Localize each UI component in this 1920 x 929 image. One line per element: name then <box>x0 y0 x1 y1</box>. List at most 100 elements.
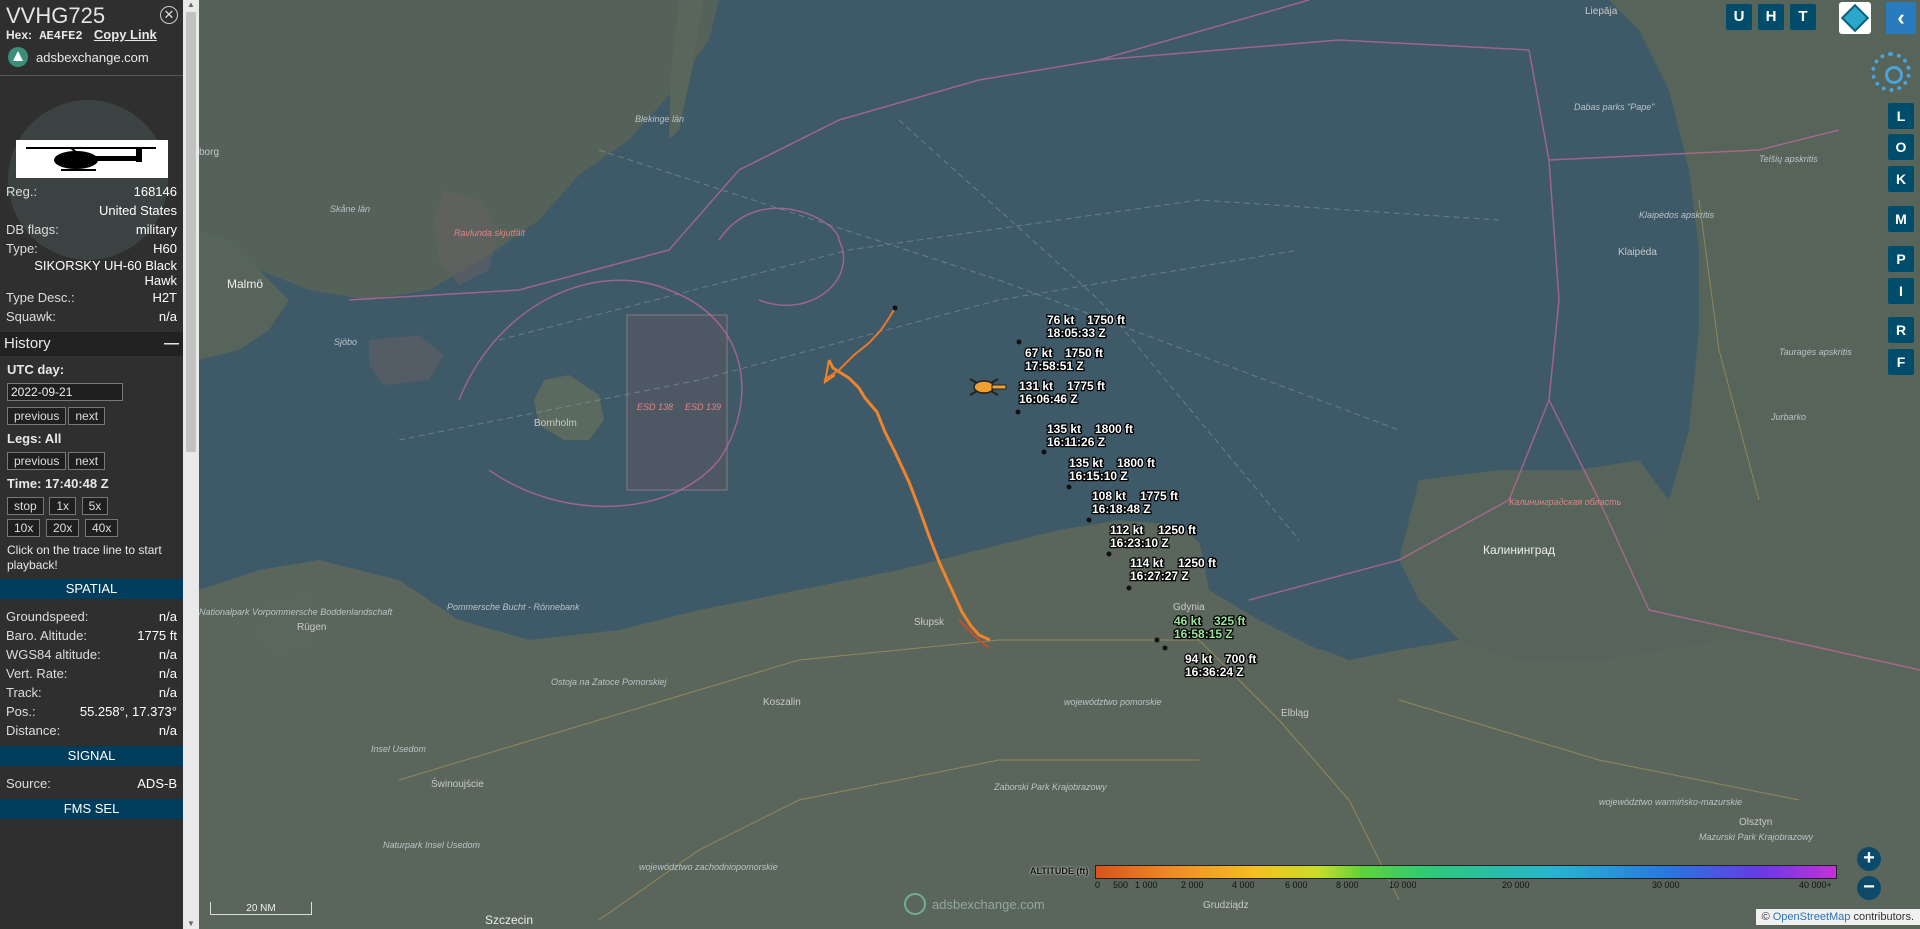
spatial-value: 1775 ft <box>137 628 177 643</box>
track-label-altitude: 1250 ft <box>1158 523 1196 537</box>
info-sidebar: VVHG725 ✕ Hex: AE4FE2 Copy Link adsbexch… <box>0 0 183 929</box>
info-row: Type: H60 <box>0 239 183 258</box>
source-link[interactable]: adsbexchange.com <box>0 43 183 71</box>
place-label: województwo zachodniopomorskie <box>639 862 778 872</box>
sidebar-scrollbar[interactable]: ▲ ▼ <box>183 0 199 929</box>
scale-bar: 20 NM <box>210 902 312 915</box>
scroll-up-icon[interactable]: ▲ <box>186 0 196 10</box>
track-label-line1: 114 kt <box>1130 556 1163 570</box>
info-value: SIKORSKY UH-60 Black Hawk <box>34 258 177 288</box>
history-title: History <box>4 335 51 352</box>
history-panel: UTC day: previousnext Legs: All previous… <box>0 362 183 573</box>
map-canvas[interactable]: 76 kt 1750 ft 18:05:33 Z 67 kt 1750 ft 17:58:… <box>199 0 1920 929</box>
track-label-altitude: 1800 ft <box>1117 456 1155 470</box>
leg-previous-button[interactable]: previous <box>7 452 67 470</box>
place-label: Ravlunda skjutfält <box>454 228 526 238</box>
spatial-panel: Groundspeed: n/a Baro. Altitude: 1775 ft W… <box>0 603 183 740</box>
toolbar-button-h[interactable]: H <box>1758 4 1784 30</box>
scale-label: 20 NM <box>246 903 276 914</box>
track-label-time: 18:05:33 Z <box>1047 326 1106 340</box>
spatial-row: Baro. Altitude: 1775 ft <box>0 626 183 645</box>
speed-5x-button[interactable]: 5x <box>81 497 109 515</box>
spatial-key: Distance: <box>6 723 61 738</box>
aircraft-info: Reg.: 168146 United States DB flags: milit… <box>0 182 183 326</box>
leg-next-button[interactable]: next <box>68 452 106 470</box>
track-label-line1: 112 kt <box>1110 523 1143 537</box>
collapse-sidebar-icon[interactable]: ‹ <box>1886 2 1916 34</box>
info-row: Type Desc.: H2T <box>0 288 183 307</box>
copy-link[interactable]: Copy Link <box>94 27 157 42</box>
collapse-icon[interactable]: — <box>164 332 179 356</box>
history-header[interactable]: History — <box>0 332 183 356</box>
track-label-time: 16:36:24 Z <box>1185 665 1244 679</box>
place-label: borg <box>199 147 219 158</box>
track-label-time: 16:23:10 Z <box>1110 536 1169 550</box>
speed-40x-button[interactable]: 40x <box>84 519 119 537</box>
place-label: Skåne län <box>330 204 370 214</box>
toggle-button-i[interactable]: I <box>1888 278 1914 304</box>
day-next-button[interactable]: next <box>68 407 106 425</box>
info-value: H60 <box>153 241 177 256</box>
info-key: DB flags: <box>6 222 59 237</box>
zoom-out-button[interactable]: − <box>1857 876 1881 900</box>
info-row: United States <box>0 201 183 220</box>
close-icon[interactable]: ✕ <box>160 6 178 24</box>
toolbar-button-t[interactable]: T <box>1790 4 1816 30</box>
track-label-time: 16:27:27 Z <box>1130 569 1189 583</box>
toggle-button-p[interactable]: P <box>1888 246 1914 272</box>
osm-link[interactable]: OpenStreetMap <box>1773 911 1851 923</box>
place-label: ESD 138 <box>637 402 673 412</box>
place-label: Malmö <box>227 277 263 291</box>
toggle-button-r[interactable]: R <box>1888 317 1914 343</box>
place-label: Koszalin <box>763 697 801 708</box>
track-label-altitude: 1750 ft <box>1065 346 1103 360</box>
place-label: Zaborski Park Krajobrazowy <box>993 782 1107 792</box>
speed-1x-button[interactable]: 1x <box>49 497 76 515</box>
info-value: n/a <box>158 309 177 324</box>
place-label: Tauragės apskritis <box>1779 347 1852 357</box>
spatial-row: Track: n/a <box>0 683 183 702</box>
legs-label: Legs: All <box>7 431 62 446</box>
stop-button[interactable]: stop <box>7 497 44 515</box>
legend-tick: 4 000 <box>1232 880 1255 890</box>
spatial-row: Vert. Rate: n/a <box>0 664 183 683</box>
place-label: Sjöbo <box>334 337 357 347</box>
place-label: Bornholm <box>534 418 577 429</box>
track-label-time: 16:06:46 Z <box>1019 392 1078 406</box>
zoom-in-button[interactable]: + <box>1857 847 1881 871</box>
place-label: województwo warmińsko-mazurskie <box>1599 797 1742 807</box>
place-label: Liepāja <box>1585 6 1618 17</box>
toggle-button-o[interactable]: O <box>1888 134 1914 160</box>
track-label-time: 16:15:10 Z <box>1069 469 1128 483</box>
info-value: United States <box>98 203 177 218</box>
toggle-button-l[interactable]: L <box>1888 103 1914 129</box>
speed-20x-button[interactable]: 20x <box>45 519 80 537</box>
hex-row: Hex: AE4FE2 Copy Link <box>0 27 183 44</box>
track-label-altitude: 1775 ft <box>1140 489 1178 503</box>
track-label-time: 16:11:26 Z <box>1047 435 1105 449</box>
day-previous-button[interactable]: previous <box>7 407 67 425</box>
utc-day-label: UTC day: <box>7 362 65 377</box>
spatial-row: Pos.: 55.258°, 17.373° <box>0 702 183 721</box>
toolbar-button-u[interactable]: U <box>1726 4 1752 30</box>
track-label-line1: 135 kt <box>1047 422 1081 436</box>
place-label: Калининград <box>1483 543 1555 557</box>
signal-header: SIGNAL <box>0 746 183 766</box>
scrollbar-thumb[interactable] <box>186 12 196 452</box>
place-label: Olsztyn <box>1739 817 1772 828</box>
date-input[interactable] <box>7 383 123 401</box>
legend-tick: 10 000 <box>1389 880 1417 890</box>
toggle-button-m[interactable]: M <box>1888 206 1914 232</box>
callsign: VVHG725 <box>6 3 106 28</box>
layers-icon[interactable] <box>1839 2 1871 34</box>
scroll-down-icon[interactable]: ▼ <box>186 919 196 929</box>
toggle-button-k[interactable]: K <box>1888 166 1914 192</box>
toggle-button-f[interactable]: F <box>1888 349 1914 375</box>
spatial-value: 55.258°, 17.373° <box>79 704 177 719</box>
spatial-value: n/a <box>158 666 177 681</box>
track-label-line1: 131 kt <box>1019 379 1053 393</box>
place-label: Dabas parks "Pape" <box>1574 102 1655 112</box>
speed-10x-button[interactable]: 10x <box>7 519 41 537</box>
settings-gear-icon[interactable] <box>1871 52 1911 92</box>
signal-key: Source: <box>6 776 51 791</box>
